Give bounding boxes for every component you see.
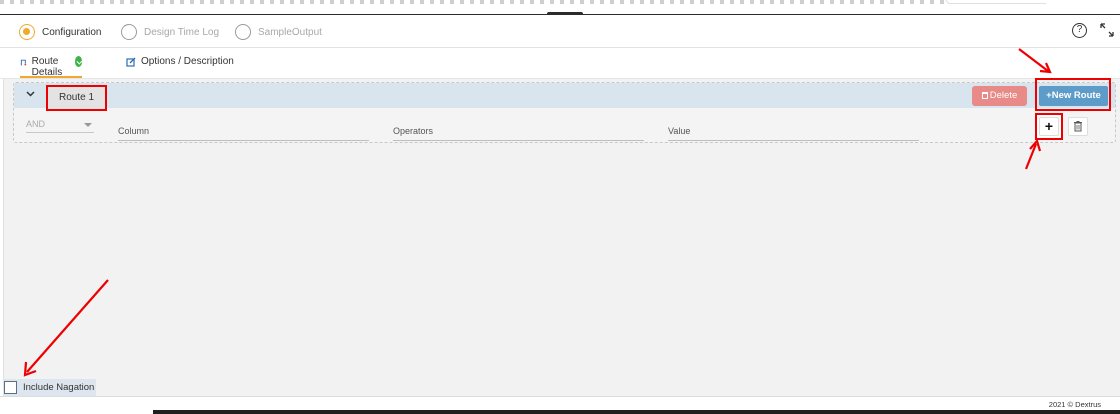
bottom-bar: [153, 410, 1120, 414]
value-field[interactable]: Value: [668, 126, 919, 141]
step-bar: Configuration Design Time Log SampleOutp…: [0, 15, 1120, 48]
logic-operator-value: AND: [26, 119, 46, 129]
delete-condition-button[interactable]: [1068, 117, 1088, 136]
expand-icon[interactable]: [1099, 22, 1115, 38]
new-route-label: New Route: [1051, 90, 1101, 101]
checkbox-icon[interactable]: [4, 381, 17, 394]
dropdown-caret-icon: [84, 123, 92, 127]
delete-label: Delete: [989, 90, 1018, 101]
top-right-corner: [946, 0, 1046, 4]
step-label: Design Time Log: [144, 26, 220, 38]
edit-icon: [126, 57, 136, 67]
check-icon: [74, 56, 82, 67]
step-label: SampleOutput: [258, 26, 322, 38]
add-condition-button[interactable]: +: [1039, 117, 1059, 136]
step-label: Configuration: [42, 26, 102, 38]
help-icon[interactable]: ?: [1072, 23, 1087, 38]
tab-route-details[interactable]: Route Details: [20, 56, 82, 78]
route-icon: [20, 59, 27, 66]
chevron-down-icon[interactable]: [26, 89, 35, 98]
route-header: Route 1 Delete +New Route: [14, 78, 1115, 111]
trash-icon: [1074, 121, 1082, 132]
logic-operator-select[interactable]: AND: [26, 119, 94, 133]
top-dotted-edge: [0, 0, 945, 4]
tab-bar: Route Details Options / Description: [0, 48, 1120, 79]
radio-icon: [235, 24, 251, 40]
operators-field[interactable]: Operators: [393, 126, 644, 141]
column-field[interactable]: Column: [118, 126, 369, 141]
step-design-time-log[interactable]: Design Time Log: [121, 23, 219, 41]
route-name[interactable]: Route 1: [46, 85, 107, 111]
step-sample-output[interactable]: SampleOutput: [235, 23, 322, 41]
tab-label: Options / Description: [141, 56, 234, 67]
tab-options-description[interactable]: Options / Description: [126, 56, 234, 78]
condition-row: AND Column Operators Value +: [14, 113, 1115, 141]
copyright-text: 2021 © Dextrus: [1048, 400, 1101, 409]
step-configuration[interactable]: Configuration: [19, 23, 101, 41]
radio-active-icon: [19, 24, 35, 40]
include-negation-checkbox[interactable]: Include Nagation: [3, 379, 96, 396]
include-negation-label: Include Nagation: [23, 382, 95, 393]
new-route-button[interactable]: +New Route: [1039, 86, 1108, 106]
trash-icon: [981, 92, 988, 99]
delete-route-button[interactable]: Delete: [972, 86, 1027, 106]
footer: 2021 © Dextrus: [0, 396, 1120, 410]
tab-label: Route Details: [31, 56, 63, 78]
main-content: Route 1 Delete +New Route AND Column Ope…: [3, 78, 1120, 397]
route-card: Route 1 Delete +New Route AND Column Ope…: [13, 78, 1116, 143]
radio-icon: [121, 24, 137, 40]
